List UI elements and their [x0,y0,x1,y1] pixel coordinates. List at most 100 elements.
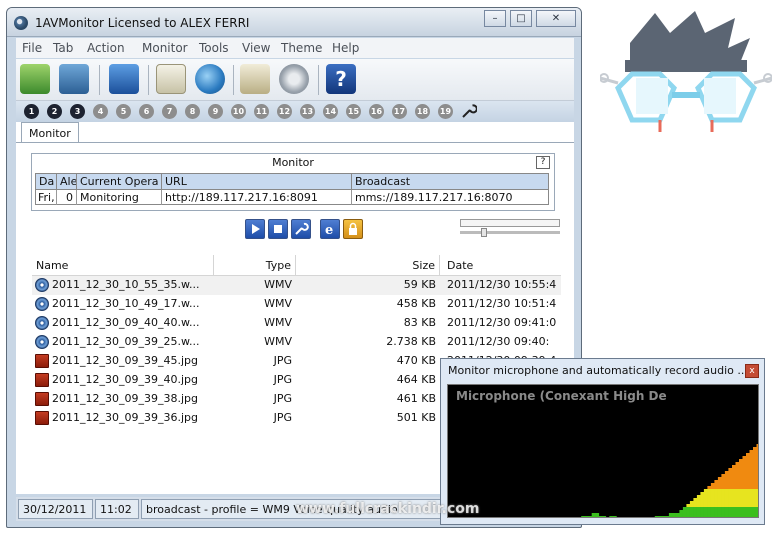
column-header-type[interactable]: Type [214,255,296,276]
level-bar [756,444,758,489]
level-bar [721,474,726,489]
play-button[interactable] [245,219,265,239]
level-bar [753,489,757,507]
file-size: 2.738 KB [386,335,436,348]
lock-button[interactable] [343,219,363,239]
tab-number-16[interactable]: 16 [369,104,384,119]
tab-number-13[interactable]: 13 [300,104,315,119]
level-bar [700,492,705,507]
file-row[interactable]: 2011_12_30_09_39_25.w... WMV 2.738 KB 2011/… [32,333,561,352]
level-bar [756,507,758,517]
level-bar [746,507,750,517]
tab-number-6[interactable]: 6 [139,104,154,119]
app-logo-icon [14,16,28,30]
tab-number-7[interactable]: 7 [162,104,177,119]
tools-wrench-icon[interactable] [461,103,478,119]
level-bar [696,495,701,507]
toolbar-separator [99,65,100,95]
menu-action[interactable]: Action [87,41,125,55]
column-header-broadcast[interactable]: Broadcast [352,174,548,190]
tab-monitor[interactable]: Monitor [21,122,79,142]
close-button[interactable]: ✕ [536,10,576,27]
menu-help[interactable]: Help [332,41,359,55]
level-bar [686,507,691,517]
menu-tools[interactable]: Tools [199,41,229,55]
menu-view[interactable]: View [242,41,270,55]
title-bar[interactable]: 1AVMonitor Licensed to ALEX FERRI – □ ✕ [7,8,581,37]
tab-number-3[interactable]: 3 [70,104,85,119]
column-header-date[interactable]: Da [36,174,57,190]
file-size: 458 KB [396,297,436,310]
tab-number-5[interactable]: 5 [116,104,131,119]
column-header-url[interactable]: URL [162,174,352,190]
settings-button[interactable] [291,219,311,239]
browser-button[interactable]: e [320,219,340,239]
menu-tab[interactable]: Tab [53,41,73,55]
file-name: 2011_12_30_10_55_35.w... [52,278,200,291]
level-bar [721,507,726,517]
tab-number-2[interactable]: 2 [47,104,62,119]
tab-number-12[interactable]: 12 [277,104,292,119]
popup-close-button[interactable]: x [745,364,759,378]
position-slider-track[interactable] [460,231,560,234]
column-header-alert[interactable]: Ale [57,174,77,190]
internet-explorer-icon: e [325,223,333,238]
level-bar [746,489,750,507]
group-help-button[interactable]: ? [536,156,550,169]
menu-file[interactable]: File [22,41,42,55]
tab-number-10[interactable]: 10 [231,104,246,119]
file-row[interactable]: 2011_12_30_10_49_17.w... WMV 458 KB 2011/12… [32,295,561,314]
menu-theme[interactable]: Theme [281,41,322,55]
maximize-button[interactable]: □ [510,10,532,27]
level-bar [749,450,754,489]
level-bar [739,459,743,489]
tab-number-4[interactable]: 4 [93,104,108,119]
tab-number-18[interactable]: 18 [415,104,430,119]
microphone-monitor-window: Monitor microphone and automatically rec… [440,358,765,525]
level-bar [717,489,722,507]
tab-number-15[interactable]: 15 [346,104,361,119]
tab-number-9[interactable]: 9 [208,104,223,119]
monitor-tray-icon[interactable] [20,64,50,94]
level-bar [735,507,740,517]
toolbar: ? [16,59,574,101]
column-header-name[interactable]: Name [32,255,214,276]
book-icon[interactable] [240,64,270,94]
column-header-date[interactable]: Date [440,255,561,276]
tab-number-1[interactable]: 1 [24,104,39,119]
file-type: WMV [264,297,292,310]
level-bar [588,516,593,517]
minimize-button[interactable]: – [484,10,506,27]
column-header-size[interactable]: Size [296,255,440,276]
tab-number-8[interactable]: 8 [185,104,200,119]
position-slider-thumb[interactable] [481,228,487,237]
help-icon[interactable]: ? [326,64,356,94]
level-bar [703,489,708,507]
level-bar [665,516,670,517]
file-type: JPG [273,354,292,367]
level-bar [724,489,729,507]
file-type: WMV [264,316,292,329]
mail-icon[interactable] [156,64,186,94]
file-row[interactable]: 2011_12_30_09_40_40.w... WMV 83 KB 2011/12/… [32,314,561,333]
status-date: 30/12/2011 [18,499,93,519]
column-header-operation[interactable]: Current Opera [77,174,162,190]
level-bar [714,480,719,489]
level-bar [591,513,596,517]
tab-number-14[interactable]: 14 [323,104,338,119]
stop-button[interactable] [268,219,288,239]
tab-number-11[interactable]: 11 [254,104,269,119]
video-settings-icon[interactable] [59,64,89,94]
gears-icon[interactable] [279,64,309,94]
level-bar [724,507,729,517]
watermark-text: www.fullcrackindir.com [296,501,480,517]
web-publish-icon[interactable] [195,64,225,94]
volume-slider[interactable] [460,219,560,227]
tab-number-17[interactable]: 17 [392,104,407,119]
screens-icon[interactable] [109,64,139,94]
file-row[interactable]: 2011_12_30_10_55_35.w... WMV 59 KB 2011/12/… [32,276,561,295]
level-bar [654,516,659,517]
tab-number-19[interactable]: 19 [438,104,453,119]
menu-monitor[interactable]: Monitor [142,41,188,55]
level-bar [675,513,680,517]
